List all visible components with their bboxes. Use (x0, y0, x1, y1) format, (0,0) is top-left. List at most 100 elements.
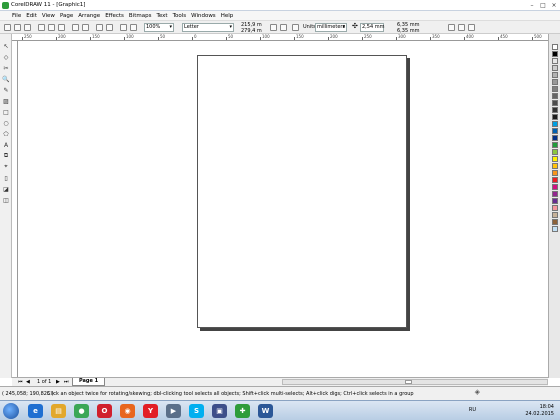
polygon-tool-icon[interactable]: ⬠ (2, 130, 10, 138)
eyedropper-tool-icon[interactable]: ⌖ (2, 163, 10, 171)
nudge-distance-field[interactable]: 2,54 mm (360, 23, 384, 32)
zoom-tool-icon[interactable]: 🔍 (2, 75, 10, 83)
horizontal-scrollbar[interactable] (282, 379, 548, 385)
menu-text[interactable]: Text (156, 13, 167, 19)
menu-tools[interactable]: Tools (173, 13, 187, 19)
minimize-button[interactable]: – (528, 1, 536, 9)
color-swatch[interactable] (552, 51, 558, 57)
color-swatch[interactable] (552, 58, 558, 64)
export-icon[interactable] (106, 24, 113, 31)
outline-tool-icon[interactable]: ▯ (2, 174, 10, 182)
taskbar-folder-icon[interactable]: ▤ (51, 404, 66, 418)
paper-size-select[interactable]: Letter (182, 23, 234, 32)
snap-to-objects-icon[interactable] (468, 24, 475, 31)
scrollbar-thumb[interactable] (405, 380, 412, 384)
color-swatch[interactable] (552, 163, 558, 169)
menu-arrange[interactable]: Arrange (78, 13, 100, 19)
taskbar-media-icon[interactable]: ▶ (166, 404, 181, 418)
color-swatch[interactable] (552, 79, 558, 85)
color-swatch[interactable] (552, 149, 558, 155)
import-icon[interactable] (96, 24, 103, 31)
color-swatch[interactable] (552, 184, 558, 190)
color-swatch[interactable] (552, 142, 558, 148)
color-swatch[interactable] (552, 93, 558, 99)
menu-help[interactable]: Help (221, 13, 234, 19)
start-button[interactable] (3, 403, 19, 419)
fill-indicator-icon[interactable]: ◈ (475, 388, 480, 396)
close-button[interactable]: × (550, 1, 558, 9)
smart-fill-tool-icon[interactable]: ▨ (2, 97, 10, 105)
menu-edit[interactable]: Edit (26, 13, 37, 19)
taskbar-skype-icon[interactable]: S (189, 404, 204, 418)
color-swatch[interactable] (552, 226, 558, 232)
color-swatch[interactable] (552, 44, 558, 50)
landscape-icon[interactable] (280, 24, 287, 31)
undo-icon[interactable] (72, 24, 79, 31)
menu-file[interactable]: File (12, 13, 21, 19)
color-swatch[interactable] (552, 170, 558, 176)
snap-to-guidelines-icon[interactable] (458, 24, 465, 31)
interactive-fill-tool-icon[interactable]: ◫ (2, 196, 10, 204)
knife-tool-icon[interactable]: ✂ (2, 64, 10, 72)
corel-online-icon[interactable] (130, 24, 137, 31)
taskbar-word-icon[interactable]: W (258, 404, 273, 418)
shape-tool-icon[interactable]: ◇ (2, 53, 10, 61)
save-icon[interactable] (24, 24, 31, 31)
color-swatch[interactable] (552, 205, 558, 211)
interactive-blend-tool-icon[interactable]: ⧉ (2, 152, 10, 160)
rectangle-tool-icon[interactable]: □ (2, 108, 10, 116)
next-page-button[interactable]: ▶ (56, 379, 60, 385)
menu-windows[interactable]: Windows (191, 13, 216, 19)
redo-icon[interactable] (82, 24, 89, 31)
menu-effects[interactable]: Effects (105, 13, 124, 19)
taskbar-save-icon[interactable]: ▣ (212, 404, 227, 418)
last-page-button[interactable]: ⏭ (64, 379, 69, 385)
color-swatch[interactable] (552, 65, 558, 71)
previous-page-button[interactable]: ◀ (26, 379, 30, 385)
open-icon[interactable] (14, 24, 21, 31)
maximize-button[interactable]: □ (539, 1, 547, 9)
color-swatch[interactable] (552, 198, 558, 204)
color-swatch[interactable] (552, 135, 558, 141)
color-swatch[interactable] (552, 156, 558, 162)
menu-view[interactable]: View (42, 13, 55, 19)
document-page[interactable] (197, 55, 407, 328)
zoom-level-select[interactable]: 100% (144, 23, 174, 32)
copy-icon[interactable] (48, 24, 55, 31)
taskbar-corel-icon[interactable]: ✚ (235, 404, 250, 418)
color-swatch[interactable] (552, 86, 558, 92)
drawing-canvas[interactable] (19, 41, 548, 377)
new-document-icon[interactable] (4, 24, 11, 31)
taskbar-chrome-icon[interactable]: ● (74, 404, 89, 418)
color-swatch[interactable] (552, 121, 558, 127)
vertical-ruler[interactable] (12, 41, 18, 377)
pick-tool-icon[interactable]: ↖ (2, 42, 10, 50)
system-clock[interactable]: 18:04 24.02.2015 (525, 404, 554, 418)
color-swatch[interactable] (552, 177, 558, 183)
tab-page-1[interactable]: Page 1 (72, 378, 106, 386)
units-select[interactable]: millimeters (315, 23, 347, 32)
portrait-icon[interactable] (270, 24, 277, 31)
taskbar-ie-icon[interactable]: e (28, 404, 43, 418)
snap-to-grid-icon[interactable] (448, 24, 455, 31)
color-swatch[interactable] (552, 72, 558, 78)
all-pages-icon[interactable] (292, 24, 299, 31)
horizontal-ruler[interactable]: 250 200 150 100 50 0 50 100 150 200 250 300 350 400 45… (12, 34, 548, 41)
color-swatch[interactable] (552, 100, 558, 106)
color-swatch[interactable] (552, 212, 558, 218)
color-swatch[interactable] (552, 114, 558, 120)
paste-icon[interactable] (58, 24, 65, 31)
taskbar-yandex-icon[interactable]: Y (143, 404, 158, 418)
text-tool-icon[interactable]: A (2, 141, 10, 149)
app-launcher-icon[interactable] (120, 24, 127, 31)
color-swatch[interactable] (552, 219, 558, 225)
taskbar-opera-icon[interactable]: O (97, 404, 112, 418)
first-page-button[interactable]: ⏮ (18, 379, 23, 385)
color-swatch[interactable] (552, 191, 558, 197)
color-swatch[interactable] (552, 107, 558, 113)
cut-icon[interactable] (38, 24, 45, 31)
fill-tool-icon[interactable]: ◪ (2, 185, 10, 193)
freehand-tool-icon[interactable]: ✎ (2, 86, 10, 94)
menu-page[interactable]: Page (60, 13, 73, 19)
color-swatch[interactable] (552, 128, 558, 134)
